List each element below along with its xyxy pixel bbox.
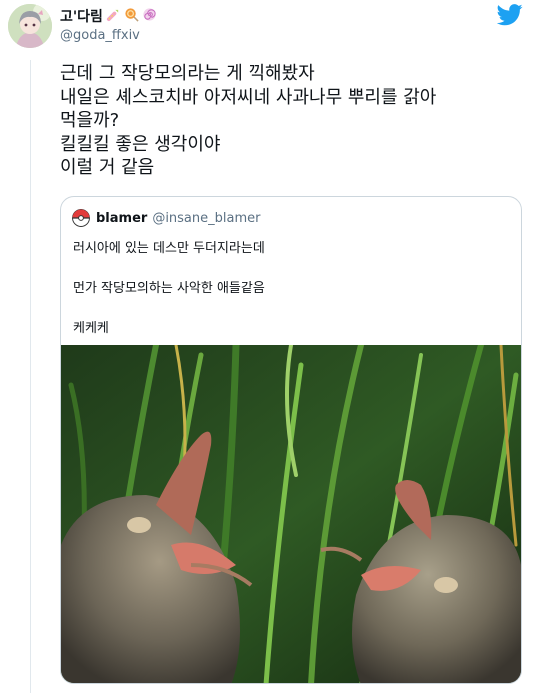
quoted-header: blamer @insane_blamer	[72, 209, 260, 227]
author-name-row: 고'다림	[60, 6, 157, 26]
tweet-text: 근데 그 작당모의라는 게 끽해봤자 내일은 셰스코치바 아저씨네 사과나무 뿌…	[60, 62, 520, 180]
tweet-line: 이럴 거 같음	[60, 157, 155, 179]
candy-icon	[106, 7, 121, 26]
quoted-tweet[interactable]: blamer @insane_blamer 러시아에 있는 데스만 두더지라는데…	[60, 196, 522, 684]
pokeball-avatar-icon[interactable]	[72, 209, 90, 227]
anime-character-avatar-icon	[8, 4, 52, 48]
author-handle[interactable]: @goda_ffxiv	[60, 28, 140, 43]
quoted-handle[interactable]: @insane_blamer	[152, 211, 260, 226]
quoted-line: 케케케	[73, 321, 109, 336]
two-desmans-photo[interactable]	[61, 345, 521, 684]
quoted-display-name[interactable]: blamer	[96, 211, 147, 226]
quoted-line: 러시아에 있는 데스만 두더지라는데	[73, 241, 265, 256]
thread-divider	[30, 60, 31, 693]
quoted-line: 먼가 작당모의하는 사악한 애들같음	[73, 281, 265, 296]
tweet-line: 먹을까?	[60, 110, 120, 132]
twitter-bird-icon[interactable]	[496, 4, 523, 26]
lollipop-icon	[124, 7, 139, 26]
avatar[interactable]	[8, 4, 52, 48]
author-display-name[interactable]: 고'다림	[60, 6, 103, 26]
tweet-line: 킬킬킬 좋은 생각이야	[60, 133, 221, 155]
tweet-line: 내일은 셰스코치바 아저씨네 사과나무 뿌리를 갉아	[60, 86, 437, 108]
tweet-line: 근데 그 작당모의라는 게 끽해봤자	[60, 63, 315, 84]
swirl-lollipop-icon	[142, 7, 157, 26]
